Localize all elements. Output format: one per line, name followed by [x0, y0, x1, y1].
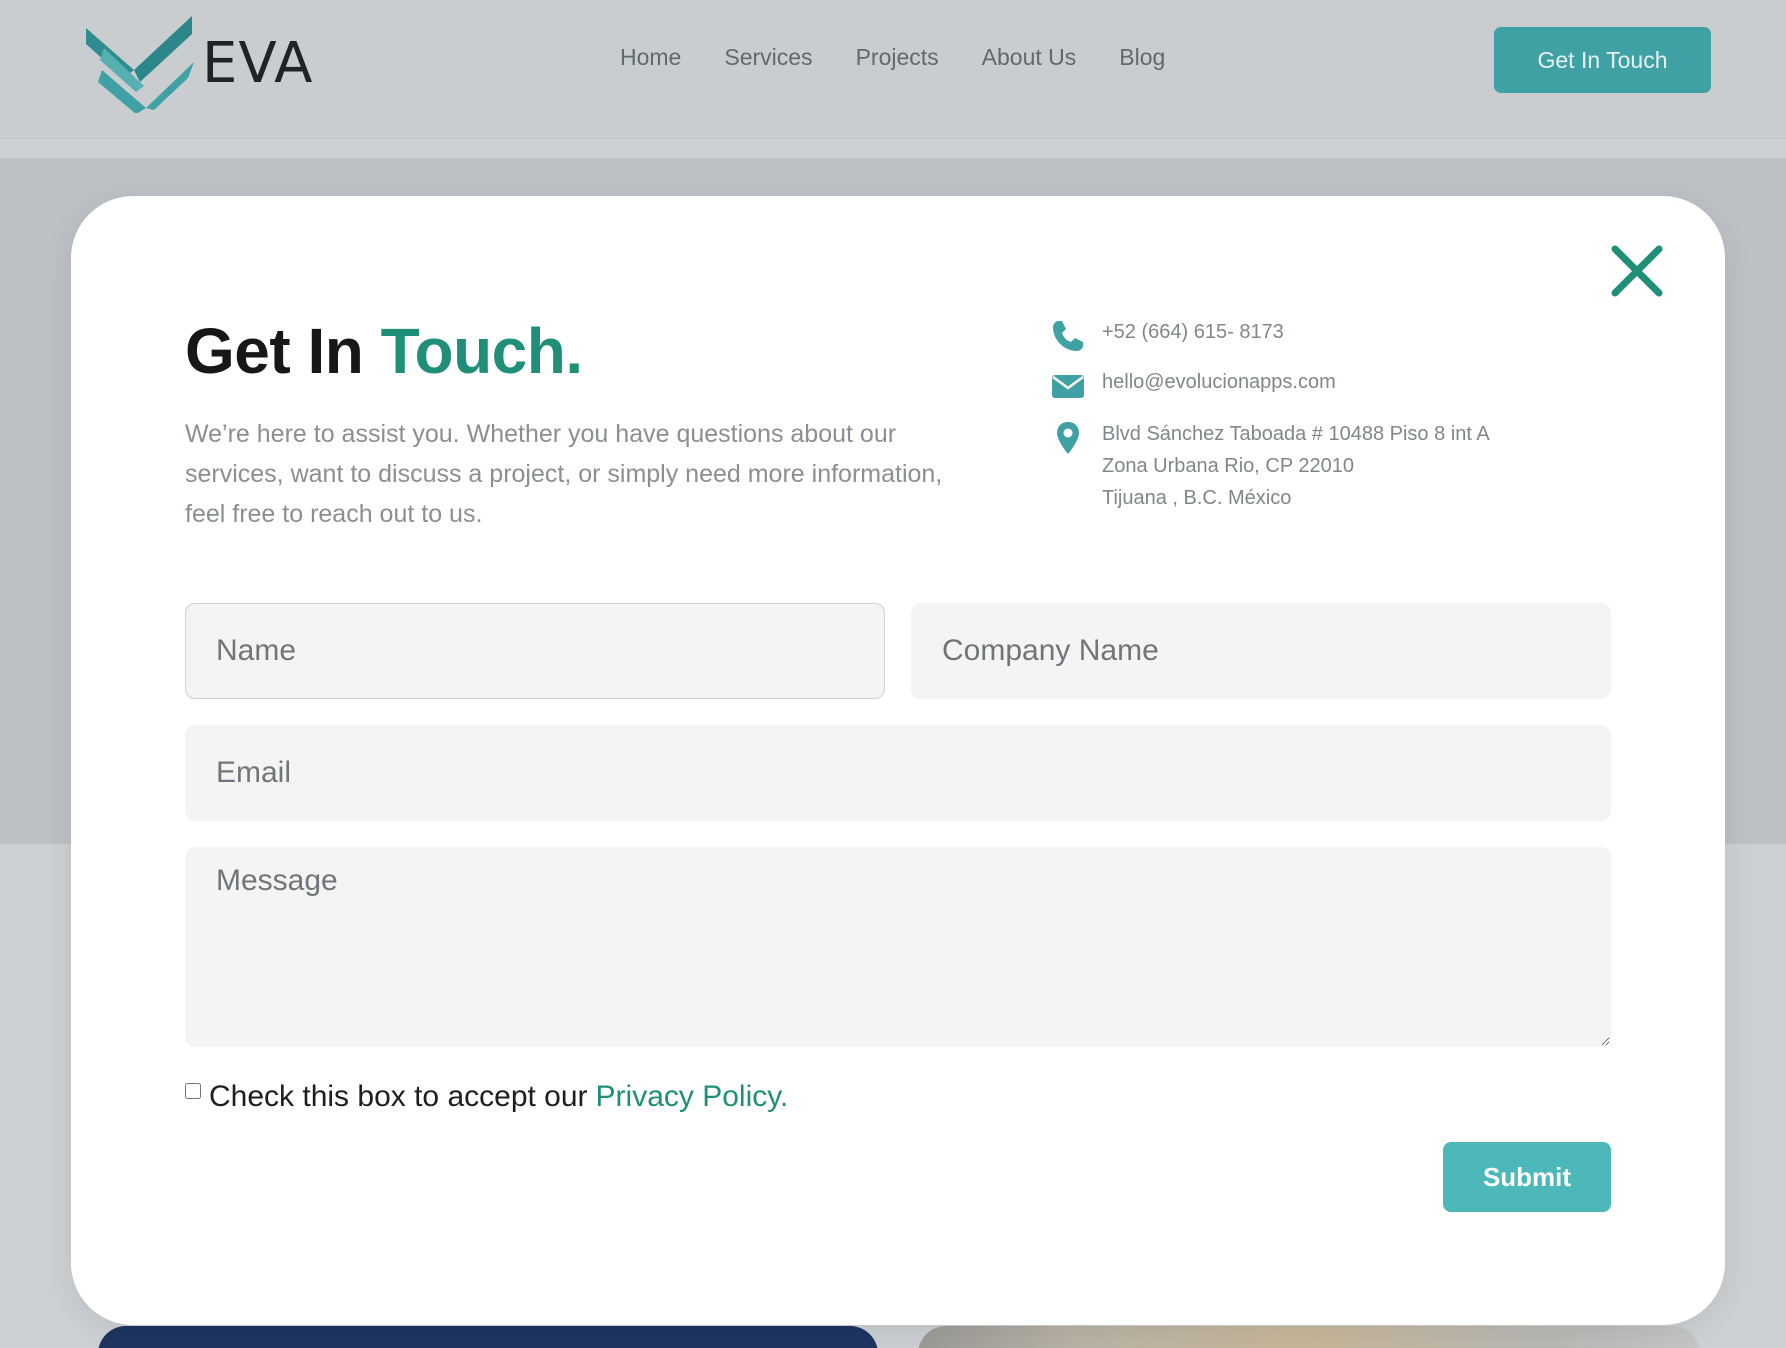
- contact-address-text: Blvd Sánchez Taboada # 10488 Piso 8 int …: [1102, 418, 1490, 514]
- nav-services[interactable]: Services: [724, 44, 812, 71]
- header-get-in-touch-button[interactable]: Get In Touch: [1494, 27, 1711, 93]
- background-card-left: [98, 1326, 878, 1348]
- map-pin-icon: [1048, 418, 1088, 458]
- main-nav: Home Services Projects About Us Blog: [620, 44, 1208, 71]
- message-textarea[interactable]: [185, 847, 1611, 1047]
- envelope-icon: [1048, 366, 1088, 406]
- modal-title: Get In Touch.: [185, 314, 583, 388]
- contact-phone-text: +52 (664) 615- 8173: [1102, 321, 1284, 343]
- modal-title-main: Get In: [185, 315, 364, 387]
- email-input[interactable]: [185, 725, 1611, 821]
- address-line: Tijuana , B.C. México: [1102, 487, 1292, 509]
- contact-email-text: hello@evolucionapps.com: [1102, 371, 1336, 393]
- contact-modal: Get In Touch. We’re here to assist you. …: [71, 196, 1725, 1325]
- logo[interactable]: EVA: [84, 8, 313, 113]
- logo-mark-icon: [86, 16, 194, 113]
- address-line: Zona Urbana Rio, CP 22010: [1102, 455, 1355, 477]
- contact-phone[interactable]: +52 (664) 615- 8173: [1048, 316, 1568, 356]
- logo-text: EVA: [202, 31, 314, 96]
- modal-description: We’re here to assist you. Whether you ha…: [185, 420, 943, 528]
- privacy-checkbox[interactable]: [185, 1083, 201, 1099]
- name-input[interactable]: [185, 603, 885, 699]
- company-name-input[interactable]: [911, 603, 1611, 699]
- nav-projects[interactable]: Projects: [856, 44, 939, 71]
- close-icon: [1611, 245, 1663, 297]
- phone-icon: [1048, 316, 1088, 356]
- site-header: EVA Home Services Projects About Us Blog…: [0, 0, 1786, 139]
- address-line: Blvd Sánchez Taboada # 10488 Piso 8 int …: [1102, 423, 1490, 445]
- nav-blog[interactable]: Blog: [1119, 44, 1165, 71]
- contact-address: Blvd Sánchez Taboada # 10488 Piso 8 int …: [1048, 418, 1568, 514]
- consent-text: Check this box to accept our: [209, 1080, 588, 1113]
- submit-button[interactable]: Submit: [1443, 1142, 1611, 1212]
- modal-title-accent: Touch.: [380, 315, 584, 387]
- close-button[interactable]: [1607, 241, 1667, 301]
- nav-about-us[interactable]: About Us: [982, 44, 1077, 71]
- contact-email[interactable]: hello@evolucionapps.com: [1048, 366, 1568, 406]
- background-card-right: [918, 1326, 1700, 1348]
- nav-home[interactable]: Home: [620, 44, 681, 71]
- privacy-consent: Check this box to accept our Privacy Pol…: [185, 1080, 788, 1114]
- privacy-policy-link[interactable]: Privacy Policy.: [596, 1080, 789, 1114]
